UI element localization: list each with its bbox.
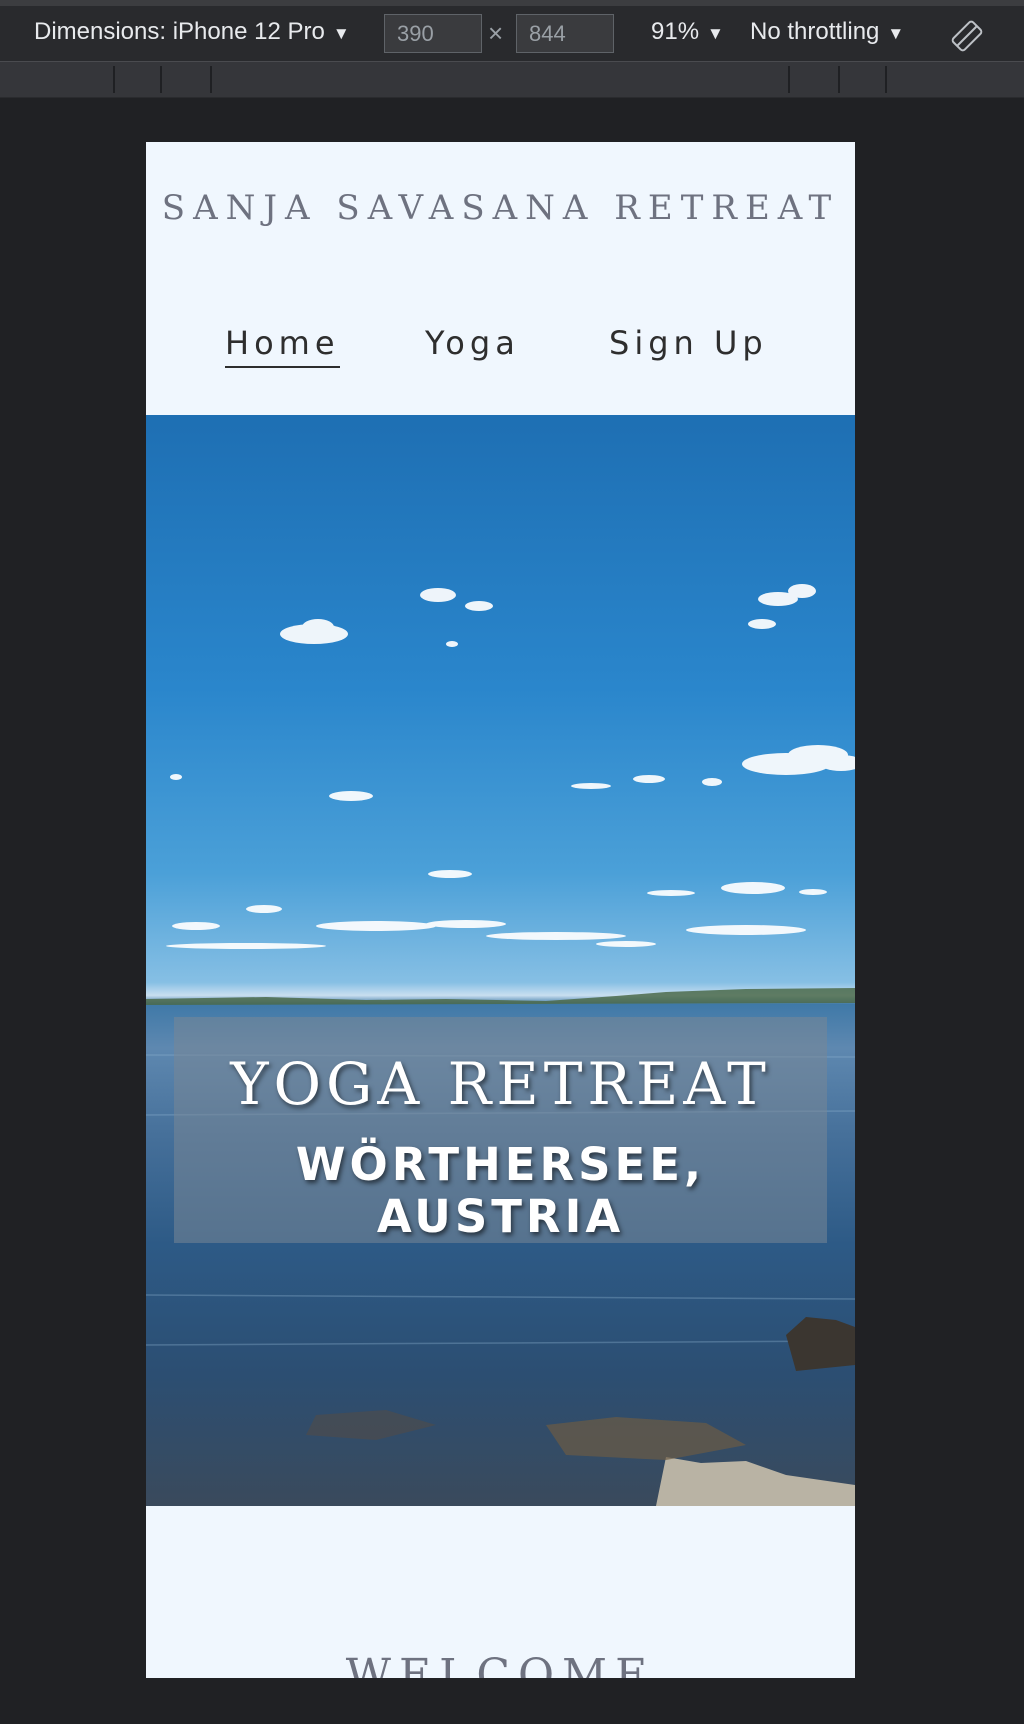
hero-image: YOGA RETREAT WÖRTHERSEE, AUSTRIA (146, 415, 855, 1506)
device-dimensions-label: Dimensions: iPhone 12 Pro (34, 18, 325, 45)
device-dimensions-dropdown[interactable]: Dimensions: iPhone 12 Pro ▼ (34, 18, 350, 46)
welcome-heading: WELCOME (345, 1650, 656, 1678)
dimension-separator: × (488, 18, 504, 48)
media-query-bar[interactable] (0, 61, 1024, 98)
zoom-label: 91% (651, 18, 700, 45)
nav-item-yoga[interactable]: Yoga (425, 324, 520, 366)
chevron-down-icon: ▼ (332, 24, 350, 43)
site-title[interactable]: SANJA SAVASANA RETREAT (146, 188, 855, 228)
viewport-width-input[interactable]: 390 (384, 14, 482, 53)
main-nav: Home Yoga Sign Up (146, 324, 855, 384)
device-viewport: SANJA SAVASANA RETREAT Home Yoga Sign Up (146, 142, 855, 1678)
nav-item-home[interactable]: Home (225, 324, 340, 368)
devtools-device-toolbar: Dimensions: iPhone 12 Pro ▼ 390 × 844 91%… (0, 0, 1024, 61)
zoom-dropdown[interactable]: 91% ▼ (651, 18, 724, 46)
rotate-device-icon[interactable] (950, 19, 984, 53)
hero-heading: YOGA RETREAT (230, 1050, 771, 1118)
chevron-down-icon: ▼ (707, 24, 724, 43)
lake-landscape-image (146, 584, 855, 1506)
viewport-height-input[interactable]: 844 (516, 14, 614, 53)
throttling-dropdown[interactable]: No throttling ▼ (750, 18, 904, 46)
hero-location: WÖRTHERSEE, AUSTRIA (295, 1138, 706, 1243)
throttling-label: No throttling (750, 18, 880, 45)
chevron-down-icon: ▼ (887, 24, 905, 43)
nav-item-sign-up[interactable]: Sign Up (609, 324, 768, 366)
